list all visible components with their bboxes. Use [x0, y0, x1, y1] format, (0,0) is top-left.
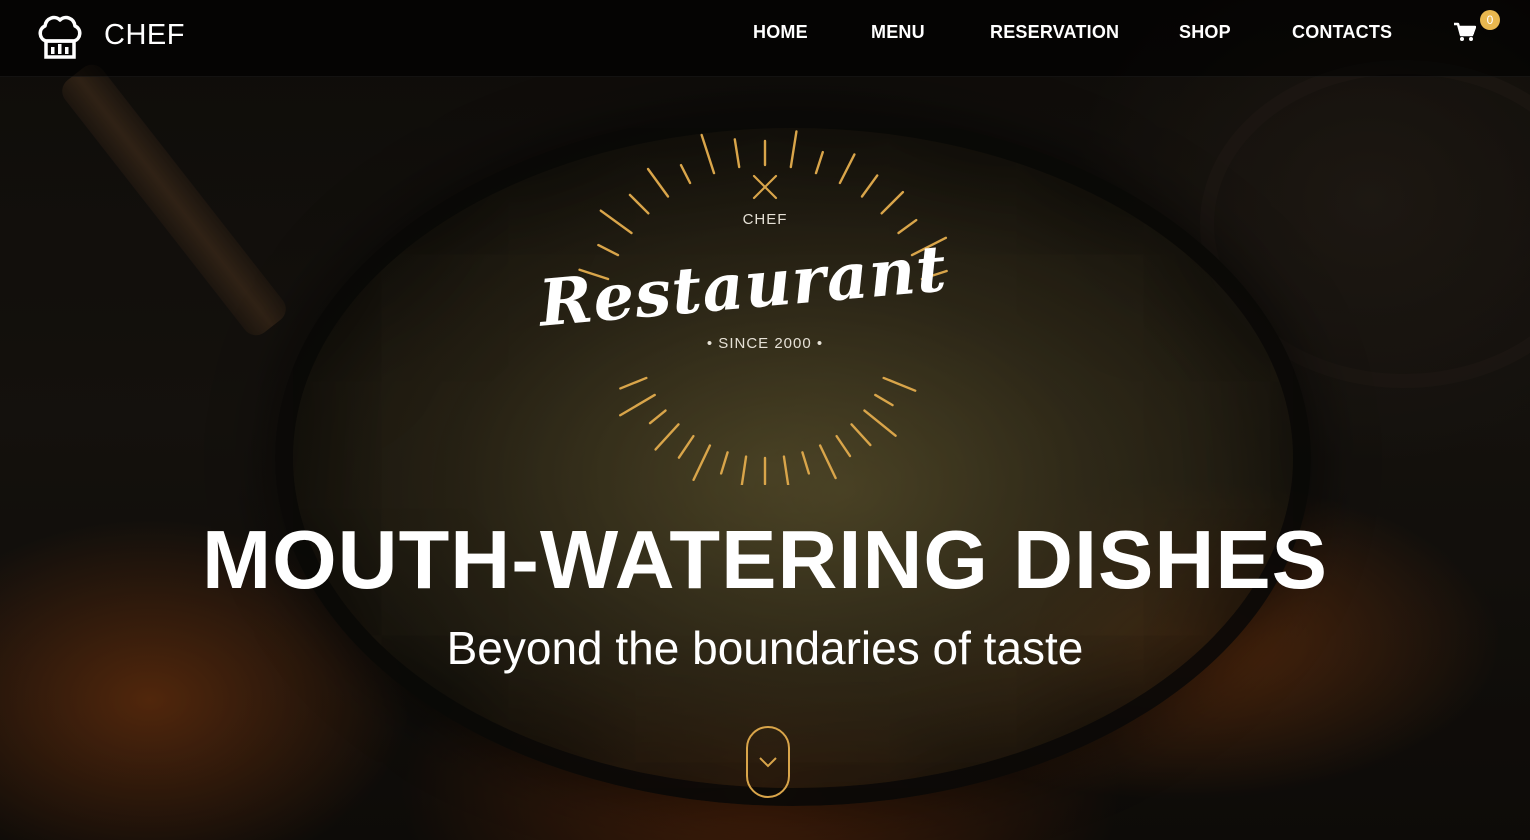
sunburst-ray — [801, 451, 811, 475]
sunburst-ray — [597, 243, 620, 257]
sunburst-ray — [789, 130, 798, 169]
sunburst-ray — [860, 174, 879, 198]
sunburst-ray — [818, 444, 837, 480]
nav-item-shop[interactable]: SHOP — [1179, 22, 1231, 43]
sunburst-ray — [733, 138, 741, 169]
sunburst-ray — [654, 423, 680, 451]
sunburst-ray — [677, 434, 695, 459]
sunburst-ray — [619, 393, 656, 417]
sunburst-ray — [874, 393, 894, 407]
sunburst-ray — [782, 455, 790, 485]
shopping-cart-icon[interactable] — [1454, 22, 1476, 42]
nav-item-home[interactable]: HOME — [753, 22, 808, 43]
nav-item-menu[interactable]: MENU — [871, 22, 925, 43]
sunburst-ray — [838, 153, 856, 185]
cart-count-badge: 0 — [1480, 10, 1500, 30]
hero-subheadline: Beyond the boundaries of taste — [446, 622, 1084, 674]
sunburst-ray — [863, 409, 897, 437]
sunburst-ray — [719, 451, 729, 475]
sunburst-ray — [679, 163, 692, 185]
nav-item-reservation[interactable]: RESERVATION — [990, 22, 1119, 43]
sunburst-ray — [740, 455, 748, 485]
hero-headline: MOUTH-WATERING DISHES — [201, 513, 1329, 606]
nav-item-contacts[interactable]: CONTACTS — [1292, 22, 1392, 43]
sunburst-ray — [692, 444, 712, 482]
sunburst-ray — [700, 133, 716, 175]
sunburst-ray — [850, 423, 872, 447]
chevron-down-icon — [759, 757, 777, 768]
sunburst-ray — [648, 409, 667, 425]
sunburst-ray — [646, 167, 670, 198]
sunburst-ray — [835, 434, 852, 458]
crossed-cutlery-icon — [752, 174, 778, 200]
main-nav: HOME MENU RESERVATION SHOP CONTACTS — [0, 22, 1530, 46]
sunburst-ray — [882, 376, 917, 392]
sunburst-ray — [619, 376, 648, 390]
top-navbar: CHEF HOME MENU RESERVATION SHOP CONTACTS… — [0, 0, 1530, 77]
scroll-down-button[interactable] — [746, 726, 790, 798]
sunburst-ray — [814, 150, 824, 175]
emblem-since-label: • SINCE 2000 • — [706, 335, 824, 352]
